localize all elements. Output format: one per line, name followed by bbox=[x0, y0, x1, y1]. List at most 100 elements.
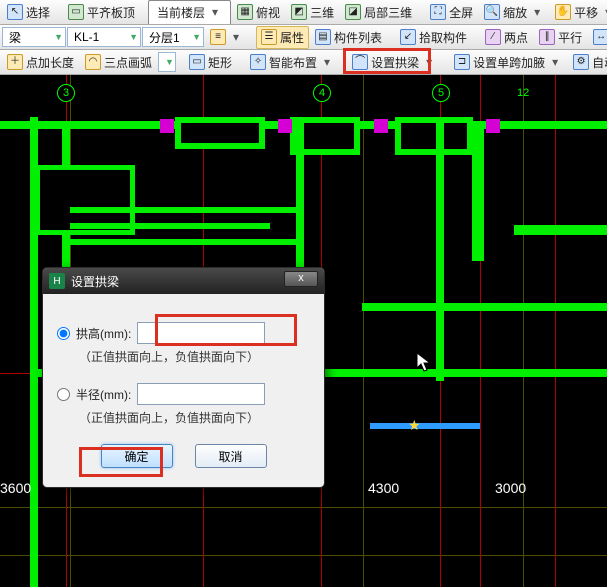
radius-input[interactable] bbox=[137, 383, 265, 405]
select-tool[interactable]: ↖选择 bbox=[2, 1, 55, 24]
arc-3pt-button[interactable]: ◠三点画弧 bbox=[80, 51, 157, 74]
align-top-button[interactable]: ▭平齐板顶 bbox=[63, 1, 140, 24]
chevron-down-icon: ▾ bbox=[422, 55, 436, 69]
component-select[interactable]: 梁▼ bbox=[2, 27, 66, 47]
align-icon: ▭ bbox=[68, 4, 84, 20]
arch-note: （正值拱面向上，负值拱面向下） bbox=[79, 348, 310, 365]
arch-height-label: 拱高(mm): bbox=[76, 325, 131, 342]
fullscreen-button[interactable]: ⛶全屏 bbox=[425, 1, 478, 24]
beam bbox=[64, 239, 304, 245]
dialog-titlebar[interactable]: H 设置拱梁 x bbox=[43, 268, 324, 294]
member-select[interactable]: KL-1▼ bbox=[67, 27, 141, 47]
grid-line bbox=[0, 555, 607, 556]
ok-button[interactable]: 确定 bbox=[101, 444, 173, 468]
axis-bubble: 5 bbox=[432, 84, 450, 102]
pan-label: 平移 bbox=[574, 4, 598, 21]
dialog-title: 设置拱梁 bbox=[71, 273, 119, 290]
close-button[interactable]: x bbox=[284, 271, 318, 287]
span-icon: ⊐ bbox=[454, 54, 470, 70]
set-arch-button[interactable]: ⌒设置拱梁▾ bbox=[347, 51, 441, 74]
single-span-label: 设置单跨加腋 bbox=[473, 54, 545, 71]
column bbox=[472, 121, 484, 261]
axis-bubble: 12 bbox=[517, 87, 529, 99]
top-toolbar: ↖选择 ▭平齐板顶 当前楼层▾ ▦俯视 ◩三维 ◪局部三维 ⛶全屏 🔍缩放▾ ✋… bbox=[0, 0, 607, 25]
smart-layout-button[interactable]: ✧智能布置▾ bbox=[245, 51, 339, 74]
local-3d-label: 局部三维 bbox=[364, 4, 412, 21]
grid-icon: ▤ bbox=[315, 29, 331, 45]
node bbox=[160, 119, 174, 133]
layer-dd[interactable]: ≡▾ bbox=[205, 26, 248, 48]
node bbox=[374, 119, 388, 133]
select1-value: 梁 bbox=[9, 29, 21, 46]
top-view-button[interactable]: ▦俯视 bbox=[232, 1, 285, 24]
list-icon: ☰ bbox=[261, 29, 277, 45]
radius-radio[interactable] bbox=[57, 388, 70, 401]
rect-button[interactable]: ▭矩形 bbox=[184, 51, 237, 74]
zoom-button[interactable]: 🔍缩放▾ bbox=[479, 1, 549, 24]
chevron-down-icon: ▼ bbox=[129, 32, 138, 42]
beam bbox=[362, 303, 607, 311]
chevron-down-icon: ▾ bbox=[601, 5, 607, 19]
grid-line bbox=[363, 75, 364, 587]
arc-label: 三点画弧 bbox=[104, 54, 152, 71]
arch-height-row: 拱高(mm): bbox=[57, 322, 310, 344]
floor-tab-label: 当前楼层 bbox=[157, 4, 205, 21]
arch-height-input[interactable] bbox=[137, 322, 265, 344]
axis-line bbox=[555, 75, 556, 587]
hand-icon: ✋ bbox=[555, 4, 571, 20]
add-length-button[interactable]: ＋点加长度 bbox=[2, 51, 79, 74]
chevron-down-icon: ▾ bbox=[229, 30, 243, 44]
chevron-down-icon: ▾ bbox=[548, 55, 562, 69]
component-list-button[interactable]: ▤构件列表 bbox=[310, 26, 387, 49]
chevron-down-icon: ▾ bbox=[320, 55, 334, 69]
dimension: 3600 bbox=[0, 480, 31, 496]
mouse-cursor bbox=[416, 352, 434, 374]
dimension: 4300 bbox=[368, 480, 399, 496]
beam bbox=[514, 225, 607, 235]
pick-button[interactable]: ↙拾取构件 bbox=[395, 26, 472, 49]
zoom-icon: 🔍 bbox=[484, 4, 500, 20]
twopoint-button[interactable]: ⁄两点 bbox=[480, 26, 533, 49]
3d-button[interactable]: ◩三维 bbox=[286, 1, 339, 24]
node bbox=[278, 119, 292, 133]
floor-tab[interactable]: 当前楼层▾ bbox=[148, 0, 231, 25]
grid-line bbox=[0, 507, 607, 508]
cancel-button[interactable]: 取消 bbox=[195, 444, 267, 468]
local-3d-button[interactable]: ◪局部三维 bbox=[340, 1, 417, 24]
zoom-label: 缩放 bbox=[503, 4, 527, 21]
mid-toolbar: 梁▼ KL-1▼ 分层1▼ ≡▾ ☰属性 ▤构件列表 ↙拾取构件 ⁄两点 ∥平行… bbox=[0, 25, 607, 50]
auto-icon: ⚙ bbox=[573, 54, 589, 70]
parallel-icon: ∥ bbox=[539, 29, 555, 45]
chevron-down-icon: ▼ bbox=[54, 32, 63, 42]
parallel-button[interactable]: ∥平行 bbox=[534, 26, 587, 49]
properties-button[interactable]: ☰属性 bbox=[256, 26, 309, 49]
chevron-down-icon: ▾ bbox=[208, 5, 222, 19]
axis-bubble: 4 bbox=[313, 84, 331, 102]
arc-dd[interactable]: ▼ bbox=[158, 52, 176, 72]
dialog-icon: H bbox=[49, 273, 65, 289]
dimension: 3000 bbox=[495, 480, 526, 496]
pan-button[interactable]: ✋平移▾ bbox=[550, 1, 607, 24]
parallel-label: 平行 bbox=[558, 29, 582, 46]
auto-gen-label: 自动生成 bbox=[592, 54, 607, 71]
axis-bubble: 3 bbox=[57, 84, 75, 102]
properties-label: 属性 bbox=[280, 29, 304, 46]
dialog-body: 拱高(mm): （正值拱面向上，负值拱面向下） 半径(mm): （正值拱面向上，… bbox=[43, 294, 324, 478]
picker-icon: ↙ bbox=[400, 29, 416, 45]
auto-gen-button[interactable]: ⚙自动生成 bbox=[568, 51, 607, 74]
arch-height-radio[interactable] bbox=[57, 327, 70, 340]
cube-icon: ◩ bbox=[291, 4, 307, 20]
single-span-button[interactable]: ⊐设置单跨加腋▾ bbox=[449, 51, 567, 74]
chevron-down-icon: ▼ bbox=[165, 57, 174, 67]
select3-value: 分层1 bbox=[149, 29, 180, 46]
layers-icon: ≡ bbox=[210, 29, 226, 45]
set-arch-label: 设置拱梁 bbox=[371, 54, 419, 71]
selected-beam bbox=[370, 423, 480, 429]
chevron-down-icon: ▼ bbox=[192, 32, 201, 42]
star-icon: ★ bbox=[408, 417, 421, 434]
column bbox=[436, 121, 444, 381]
layer-select[interactable]: 分层1 ▼ bbox=[142, 27, 204, 47]
length-label-button[interactable]: ↔长度标注 bbox=[588, 26, 607, 49]
line-icon: ⁄ bbox=[485, 29, 501, 45]
arc-icon: ◠ bbox=[85, 54, 101, 70]
